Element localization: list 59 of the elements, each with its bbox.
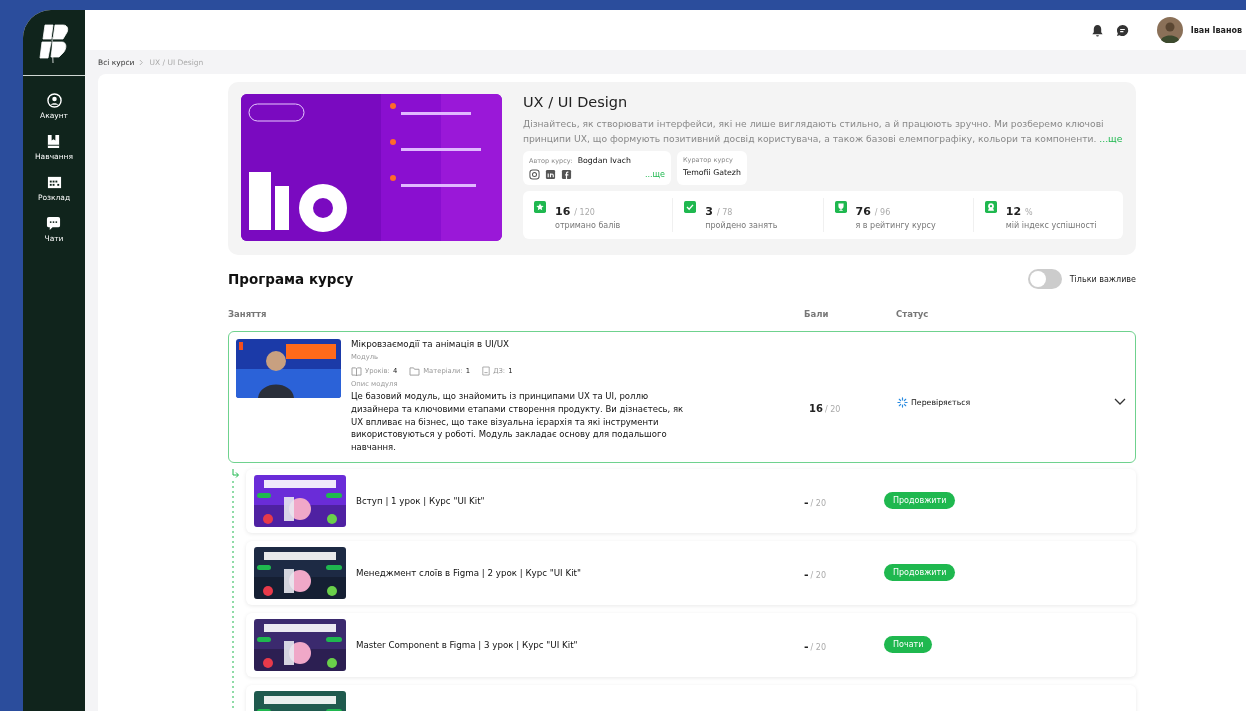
module-description: Це базовий модуль, що знайомить із принципами UX та UI, роллю дизайнера та ключовими етапами створення продукту. Ви дізнаєтесь, як UX впливає на бізнес, що таке візуальна ієрархія та які інструменти використовуються у роботі. Модуль закладає основу для подальшого навчання. bbox=[351, 390, 685, 454]
score-value: 16 bbox=[809, 403, 823, 414]
document-icon bbox=[482, 366, 491, 376]
stat-value: 12 bbox=[1005, 205, 1022, 218]
stat-total: % bbox=[1025, 208, 1033, 217]
toggle-switch[interactable] bbox=[1027, 269, 1062, 289]
trophy-icon bbox=[834, 201, 847, 213]
score-total: / 20 bbox=[824, 405, 841, 414]
score-total: / 20 bbox=[810, 571, 826, 581]
score-value: - bbox=[804, 496, 809, 510]
score-total: / 20 bbox=[810, 499, 826, 509]
score-total: / 20 bbox=[810, 643, 826, 653]
book-icon bbox=[351, 366, 362, 376]
column-header: Статус bbox=[896, 309, 929, 321]
lesson-row[interactable]: Менеджмент слоїв в Figma | 2 урок | Курс "UI Kit" - / 20 Продовжити bbox=[246, 541, 1136, 605]
book-icon bbox=[46, 134, 62, 149]
facebook-icon[interactable] bbox=[561, 169, 572, 180]
course-title: UX / UI Design bbox=[523, 94, 629, 110]
stat-label: я в рейтингу курсу bbox=[855, 221, 936, 230]
lesson-row[interactable]: Вступ | 1 урок | Курс "UI Kit" - / 20 Продовжити bbox=[246, 469, 1136, 533]
stat-label: отримано балів bbox=[555, 221, 621, 230]
score-value: - bbox=[804, 640, 809, 654]
module-title: Мікровзаємодії та анімація в UI/UX bbox=[351, 339, 511, 349]
stat-value: 3 bbox=[705, 205, 713, 218]
stat-total: / 96 bbox=[874, 208, 891, 217]
folder-icon bbox=[409, 366, 421, 376]
notification-bell-icon[interactable] bbox=[1090, 23, 1104, 37]
course-description: Дізнайтесь, як створювати інтерфейси, які не лише виглядають стильно, а й працюють зручно. Ми розберемо ключові принципи UX, що формують позитивний досвід користувача, а також базові елемпографіку, кольори та компоненти. ...ще bbox=[523, 117, 1123, 146]
logo-icon bbox=[39, 22, 69, 63]
stat-total: / 78 bbox=[716, 208, 733, 217]
toggle-label: Тільки важливе bbox=[1069, 274, 1136, 284]
star-icon bbox=[534, 201, 546, 213]
chat-icon[interactable] bbox=[1115, 23, 1129, 37]
stat-value: 76 bbox=[855, 205, 871, 218]
instagram-icon[interactable] bbox=[529, 169, 540, 180]
user-name[interactable]: Іван Іванов bbox=[1190, 25, 1242, 35]
score-value: - bbox=[804, 568, 809, 582]
medal-icon bbox=[984, 201, 997, 213]
chevron-right-icon bbox=[139, 58, 145, 66]
avatar[interactable] bbox=[1156, 17, 1183, 43]
chevron-icon[interactable] bbox=[1114, 398, 1126, 406]
column-header: Заняття bbox=[228, 309, 268, 321]
checkmark-icon bbox=[684, 201, 697, 213]
chat-icon bbox=[46, 216, 62, 231]
calendar-icon bbox=[46, 175, 62, 190]
lesson-row[interactable]: Master Component в Figma | 3 урок | Курс "UI Kit" - / 20 Почати bbox=[246, 613, 1136, 677]
lesson-title: Менеджмент слоїв в Figma | 2 урок | Курс "UI Kit" bbox=[356, 568, 582, 578]
account-icon bbox=[46, 93, 62, 108]
stat-label: мій індекс успішності bbox=[1005, 221, 1097, 230]
lesson-title: Вступ | 1 урок | Курс "UI Kit" bbox=[356, 496, 486, 506]
column-header: Бали bbox=[804, 309, 830, 321]
loading-spinner-icon bbox=[897, 397, 908, 408]
stat-value: 16 bbox=[555, 205, 571, 218]
linkedin-icon[interactable] bbox=[545, 169, 556, 180]
module-card[interactable] bbox=[228, 331, 1136, 463]
section-title: Програма курсу bbox=[228, 271, 354, 287]
lesson-title: Master Component в Figma | 3 урок | Курс "UI Kit" bbox=[356, 640, 579, 650]
stat-label: пройдено занять bbox=[705, 221, 778, 230]
stat-total: / 120 bbox=[574, 208, 595, 217]
